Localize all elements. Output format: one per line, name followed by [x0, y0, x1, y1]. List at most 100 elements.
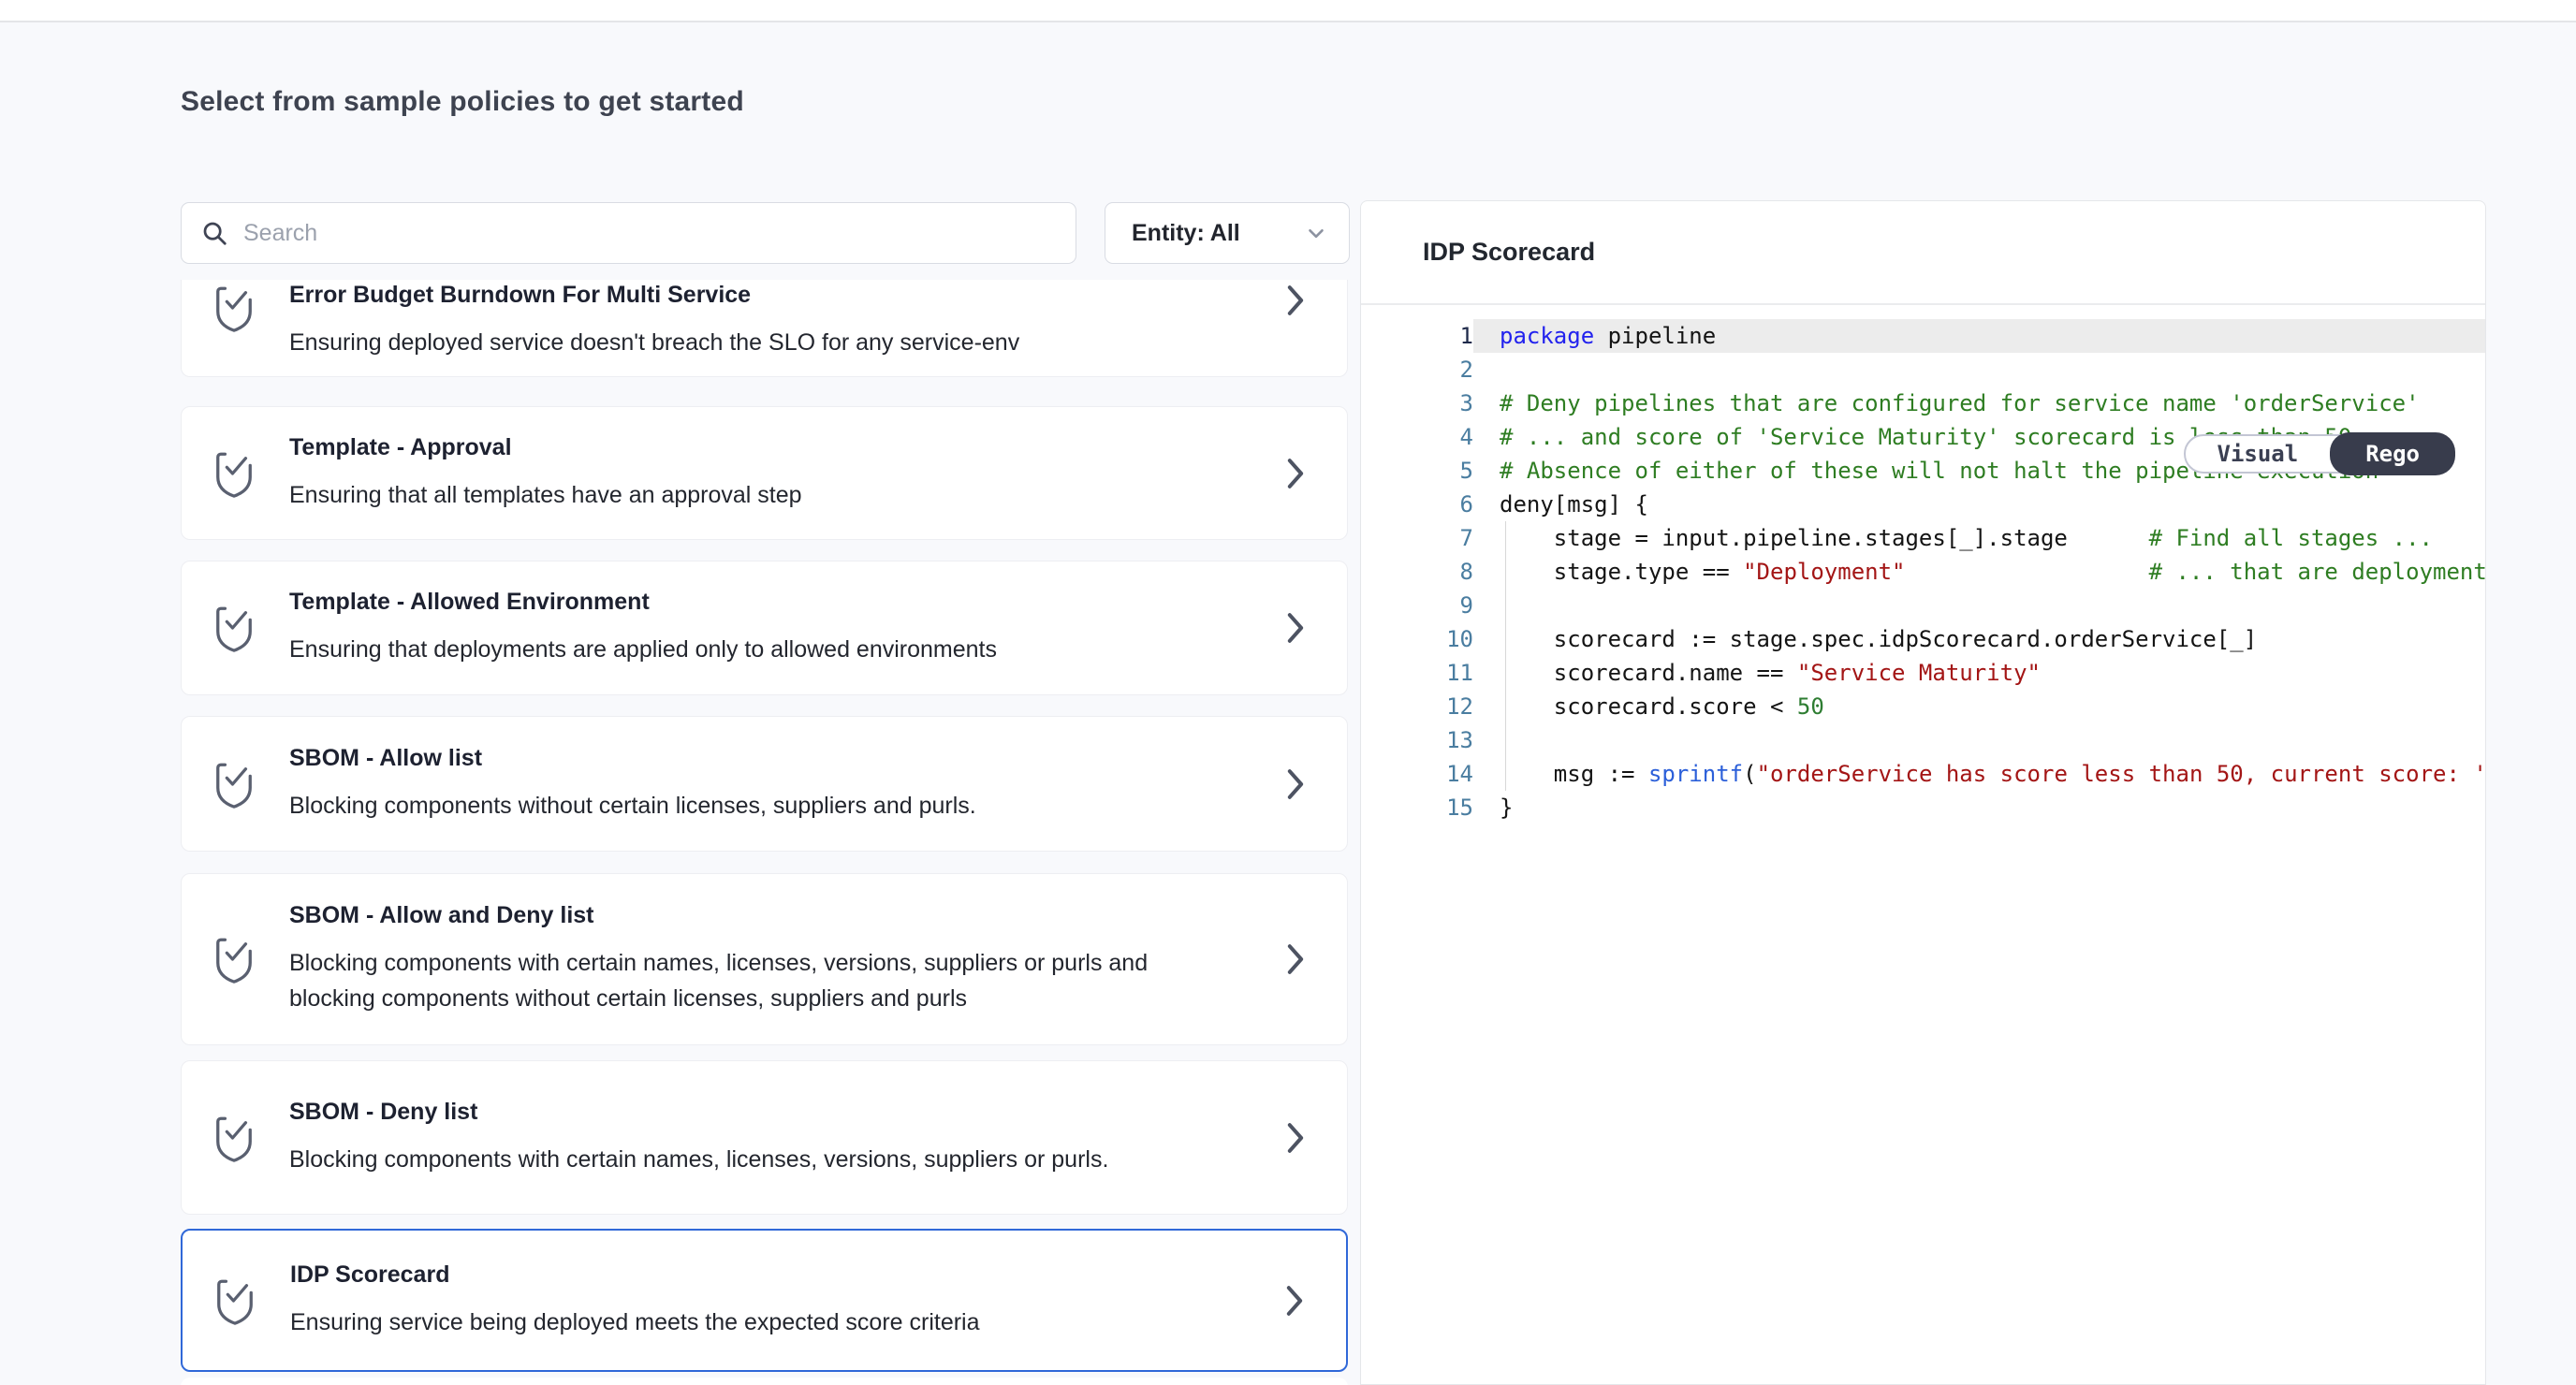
line-content: msg := sprintf("orderService has score l…	[1473, 757, 2485, 791]
code-line: 9	[1361, 589, 2485, 622]
toggle-visual-button[interactable]: Visual	[2186, 434, 2331, 474]
policy-card-texts: Template - Allowed Environment Ensuring …	[289, 589, 1251, 667]
line-content: scorecard.name == "Service Maturity"	[1473, 656, 2485, 690]
shield-check-icon	[212, 1112, 256, 1164]
policy-card-5[interactable]: SBOM - Allow and Deny list Blocking comp…	[181, 873, 1348, 1045]
policy-card-texts: Error Budget Burndown For Multi Service …	[289, 282, 1251, 360]
line-content	[1473, 589, 2485, 622]
policy-description: Ensuring service being deployed meets th…	[290, 1305, 1179, 1340]
line-content: # Deny pipelines that are configured for…	[1473, 386, 2485, 420]
line-content: package pipeline	[1473, 319, 2485, 353]
policy-description: Ensuring that all templates have an appr…	[289, 477, 1178, 513]
code-line: 7 stage = input.pipeline.stages[_].stage…	[1361, 521, 2485, 555]
policy-title: SBOM - Deny list	[289, 1099, 1251, 1126]
policy-title: SBOM - Allow and Deny list	[289, 902, 1251, 929]
chevron-right-icon	[1285, 282, 1306, 319]
code-lines: 1 package pipeline 2 3 # Deny pipelines …	[1361, 319, 2485, 824]
line-number: 5	[1361, 454, 1473, 488]
line-number: 4	[1361, 420, 1473, 454]
chevron-right-icon	[1285, 940, 1306, 978]
code-line: 10 scorecard := stage.spec.idpScorecard.…	[1361, 622, 2485, 656]
chevron-right-icon	[1285, 455, 1306, 492]
toggle-rego-button[interactable]: Rego	[2330, 432, 2455, 475]
search-input[interactable]	[243, 220, 1057, 247]
shield-check-icon	[212, 602, 256, 654]
line-number: 13	[1361, 723, 1473, 757]
shield-check-icon	[212, 282, 256, 334]
chevron-right-icon	[1285, 609, 1306, 647]
rego-code-editor[interactable]: Visual Rego 1 package pipeline 2 3 # Den…	[1361, 305, 2485, 824]
line-number: 12	[1361, 690, 1473, 723]
policy-description: Ensuring deployed service doesn't breach…	[289, 325, 1178, 360]
page-title: Select from sample policies to get start…	[181, 86, 744, 118]
policy-card-texts: IDP Scorecard Ensuring service being dep…	[290, 1261, 1251, 1340]
chevron-down-icon	[1304, 221, 1328, 245]
policy-card-partial[interactable]	[181, 1378, 1348, 1385]
policy-detail-panel: IDP Scorecard Visual Rego 1 package pipe…	[1360, 200, 2486, 1385]
detail-panel-title: IDP Scorecard	[1423, 238, 1595, 267]
shield-check-icon	[212, 933, 256, 985]
top-chrome-strip	[0, 0, 2576, 22]
policy-card-texts: SBOM - Allow list Blocking components wi…	[289, 745, 1251, 824]
visual-rego-toggle: Visual Rego	[2184, 434, 2456, 474]
policy-description: Blocking components with certain names, …	[289, 945, 1178, 1016]
policy-card-4[interactable]: SBOM - Allow list Blocking components wi…	[181, 716, 1348, 852]
shield-check-icon	[212, 447, 256, 500]
line-content: stage.type == "Deployment" # ... that ar…	[1473, 555, 2485, 589]
line-number: 15	[1361, 791, 1473, 824]
entity-filter-label: Entity: All	[1132, 220, 1240, 247]
code-line: 11 scorecard.name == "Service Maturity"	[1361, 656, 2485, 690]
line-content: stage = input.pipeline.stages[_].stage #…	[1473, 521, 2485, 555]
line-content: scorecard.score < 50	[1473, 690, 2485, 723]
shield-check-icon	[213, 1275, 256, 1327]
line-number: 3	[1361, 386, 1473, 420]
line-number: 1	[1361, 319, 1473, 353]
code-line: 12 scorecard.score < 50	[1361, 690, 2485, 723]
code-line: 6 deny[msg] {	[1361, 488, 2485, 521]
line-number: 7	[1361, 521, 1473, 555]
policy-card-1[interactable]: Error Budget Burndown For Multi Service …	[181, 280, 1348, 377]
entity-filter-dropdown[interactable]: Entity: All	[1105, 202, 1350, 264]
shield-check-icon	[212, 758, 256, 810]
policy-card-7[interactable]: IDP Scorecard Ensuring service being dep…	[181, 1229, 1348, 1372]
line-number: 11	[1361, 656, 1473, 690]
policy-card-texts: Template - Approval Ensuring that all te…	[289, 434, 1251, 513]
policy-title: SBOM - Allow list	[289, 745, 1251, 772]
line-number: 9	[1361, 589, 1473, 622]
code-line: 8 stage.type == "Deployment" # ... that …	[1361, 555, 2485, 589]
detail-panel-header: IDP Scorecard	[1361, 201, 2485, 305]
policy-card-6[interactable]: SBOM - Deny list Blocking components wit…	[181, 1060, 1348, 1215]
line-number: 8	[1361, 555, 1473, 589]
line-number: 2	[1361, 353, 1473, 386]
code-line: 14 msg := sprintf("orderService has scor…	[1361, 757, 2485, 791]
line-content	[1473, 723, 2485, 757]
policy-title: Error Budget Burndown For Multi Service	[289, 282, 1251, 309]
line-number: 14	[1361, 757, 1473, 791]
policy-title: Template - Approval	[289, 434, 1251, 461]
policy-description: Ensuring that deployments are applied on…	[289, 632, 1178, 667]
search-box[interactable]	[181, 202, 1076, 264]
code-line: 15 }	[1361, 791, 2485, 824]
line-content: }	[1473, 791, 2485, 824]
policy-description: Blocking components without certain lice…	[289, 788, 1178, 824]
policy-title: Template - Allowed Environment	[289, 589, 1251, 616]
line-number: 6	[1361, 488, 1473, 521]
code-line: 2	[1361, 353, 2485, 386]
code-line: 1 package pipeline	[1361, 319, 2485, 353]
code-line: 3 # Deny pipelines that are configured f…	[1361, 386, 2485, 420]
line-content: scorecard := stage.spec.idpScorecard.ord…	[1473, 622, 2485, 656]
policy-card-2[interactable]: Template - Approval Ensuring that all te…	[181, 406, 1348, 540]
search-icon	[200, 219, 228, 247]
chevron-right-icon	[1284, 1282, 1305, 1319]
line-content: deny[msg] {	[1473, 488, 2485, 521]
policy-card-texts: SBOM - Allow and Deny list Blocking comp…	[289, 902, 1251, 1016]
code-line: 13	[1361, 723, 2485, 757]
line-content	[1473, 353, 2485, 386]
policy-card-3[interactable]: Template - Allowed Environment Ensuring …	[181, 561, 1348, 695]
policy-title: IDP Scorecard	[290, 1261, 1251, 1289]
chevron-right-icon	[1285, 1119, 1306, 1157]
line-number: 10	[1361, 622, 1473, 656]
chevron-right-icon	[1285, 765, 1306, 803]
policy-card-texts: SBOM - Deny list Blocking components wit…	[289, 1099, 1251, 1177]
policy-description: Blocking components with certain names, …	[289, 1142, 1178, 1177]
